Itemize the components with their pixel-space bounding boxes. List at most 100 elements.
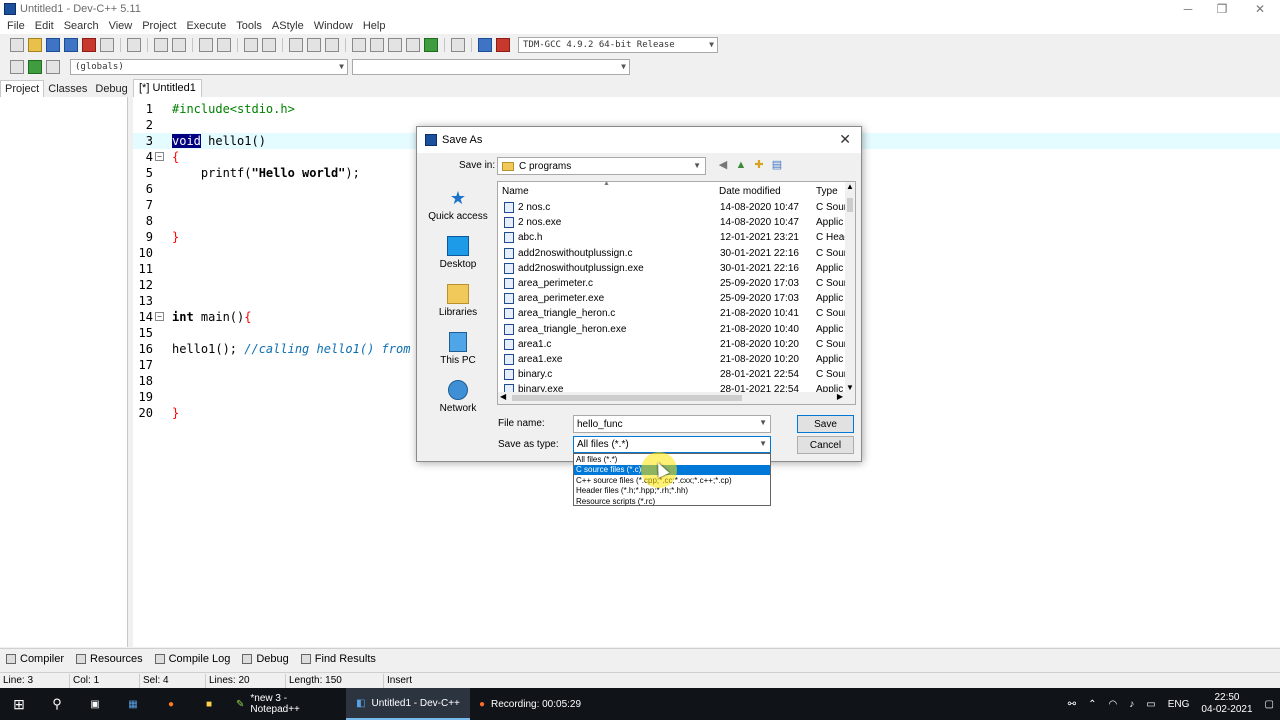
save-all-icon[interactable] — [64, 38, 78, 52]
tab-resources[interactable]: Resources — [70, 653, 149, 665]
place-libraries[interactable]: Libraries — [424, 284, 492, 318]
tab-compile-log[interactable]: Compile Log — [149, 653, 237, 665]
redo-icon[interactable] — [172, 38, 186, 52]
file-row[interactable]: area_perimeter.exe 25-09-2020 17:03 Applic — [498, 291, 855, 306]
menu-astyle[interactable]: AStyle — [267, 20, 309, 32]
search-button[interactable]: ⚲ — [38, 688, 76, 720]
compile-icon[interactable] — [352, 38, 366, 52]
vscroll-thumb[interactable] — [847, 198, 853, 212]
cancel-button[interactable]: Cancel — [797, 436, 854, 454]
place-network[interactable]: Network — [424, 380, 492, 414]
taskbar-firefox[interactable]: ● — [152, 688, 190, 720]
battery-icon[interactable]: ▭ — [1146, 699, 1155, 710]
taskbar-devcpp[interactable]: ◧ Untitled1 - Dev-C++ — [346, 688, 470, 720]
file-row[interactable]: 2 nos.exe 14-08-2020 10:47 Applic — [498, 215, 855, 230]
view-menu-icon[interactable]: ▤ — [770, 158, 784, 172]
maximize-button[interactable]: ❐ — [1204, 0, 1240, 18]
start-button[interactable]: ⊞ — [0, 688, 38, 720]
profile-icon[interactable] — [478, 38, 492, 52]
column-date-modified[interactable]: Date modified — [719, 186, 781, 197]
file-list-hscroll[interactable]: ◀ ▶ — [498, 392, 855, 404]
code-line[interactable]: 1 #include<stdio.h> — [133, 101, 1280, 117]
menu-edit[interactable]: Edit — [30, 20, 59, 32]
menu-project[interactable]: Project — [137, 20, 181, 32]
debug-icon[interactable] — [496, 38, 510, 52]
undo-icon[interactable] — [154, 38, 168, 52]
file-type-option[interactable]: Resource scripts (*.rc) — [574, 497, 770, 507]
file-type-option[interactable]: Header files (*.h;*.hpp;*.rh;*.hh) — [574, 486, 770, 496]
project-browser[interactable] — [0, 97, 128, 647]
tab-compiler[interactable]: Compiler — [0, 653, 70, 665]
open-file-icon[interactable] — [28, 38, 42, 52]
menu-window[interactable]: Window — [309, 20, 358, 32]
file-row[interactable]: 2 nos.c 14-08-2020 10:47 C Sour — [498, 200, 855, 215]
tab-debug-bottom[interactable]: Debug — [236, 653, 294, 665]
back-icon[interactable]: ◀ — [716, 158, 730, 172]
save-in-select[interactable]: C programs ▼ — [497, 157, 706, 175]
file-list-vscroll[interactable]: ▲ ▼ — [845, 182, 855, 392]
place-this-pc[interactable]: This PC — [424, 332, 492, 366]
scope-select[interactable]: (globals) ▼ — [70, 59, 348, 75]
tab-project[interactable]: Project — [0, 80, 45, 97]
taskbar-recorder[interactable]: ● Recording: 00:05:29 — [470, 688, 590, 720]
place-desktop[interactable]: Desktop — [424, 236, 492, 270]
syntax-check-icon[interactable] — [424, 38, 438, 52]
insert-icon[interactable] — [10, 60, 24, 74]
network-activity-icon[interactable]: ⚯ — [1068, 699, 1076, 710]
save-as-type-select[interactable]: All files (*.*) ▼ — [573, 436, 771, 453]
rebuild-icon[interactable] — [406, 38, 420, 52]
compile-run-icon[interactable] — [388, 38, 402, 52]
taskbar-app-1[interactable]: ▦ — [114, 688, 152, 720]
file-row[interactable]: area_triangle_heron.exe 21-08-2020 10:40 A… — [498, 322, 855, 337]
compiler-select[interactable]: TDM-GCC 4.9.2 64-bit Release ▼ — [518, 37, 718, 53]
file-name-input[interactable]: hello_func ▼ — [573, 415, 771, 433]
goto-back-icon[interactable] — [289, 38, 303, 52]
minimize-button[interactable]: ─ — [1170, 0, 1206, 18]
replace-icon[interactable] — [217, 38, 231, 52]
print-icon[interactable] — [127, 38, 141, 52]
menu-file[interactable]: File — [2, 20, 30, 32]
hscroll-thumb[interactable] — [512, 395, 742, 401]
up-folder-icon[interactable]: ▲ — [734, 158, 748, 172]
notifications-icon[interactable]: ▢ — [1265, 699, 1274, 710]
file-row[interactable]: abc.h 12-01-2021 23:21 C Head — [498, 230, 855, 245]
close-all-icon[interactable] — [100, 38, 114, 52]
clock[interactable]: 22:50 04-02-2021 — [1201, 692, 1252, 716]
member-select[interactable]: ▼ — [352, 59, 630, 75]
file-list[interactable]: Name ▲ Date modified Type 2 nos.c 14-08-2… — [497, 181, 856, 405]
menu-search[interactable]: Search — [59, 20, 104, 32]
close-file-icon[interactable] — [82, 38, 96, 52]
stop-execution-icon[interactable] — [451, 38, 465, 52]
file-row[interactable]: add2noswithoutplussign.c 30-01-2021 22:16… — [498, 246, 855, 261]
indent-icon[interactable] — [244, 38, 258, 52]
menu-help[interactable]: Help — [358, 20, 391, 32]
place-quick-access[interactable]: ★ Quick access — [424, 188, 492, 222]
menu-view[interactable]: View — [104, 20, 138, 32]
new-folder-icon[interactable]: ✚ — [752, 158, 766, 172]
menu-tools[interactable]: Tools — [231, 20, 267, 32]
scroll-down-icon[interactable]: ▼ — [846, 383, 854, 392]
close-icon[interactable]: ✕ — [839, 131, 851, 148]
close-window-button[interactable]: ✕ — [1242, 0, 1278, 18]
new-file-icon[interactable] — [10, 38, 24, 52]
menu-execute[interactable]: Execute — [181, 20, 231, 32]
language-indicator[interactable]: ENG — [1168, 699, 1190, 710]
task-view-button[interactable]: ▣ — [76, 688, 114, 720]
chevron-up-icon[interactable]: ⌃ — [1088, 699, 1096, 710]
save-button[interactable]: Save — [797, 415, 854, 433]
goto-bookmark-icon[interactable] — [46, 60, 60, 74]
file-row[interactable]: area1.c 21-08-2020 10:20 C Sour — [498, 337, 855, 352]
wifi-icon[interactable]: ◠ — [1109, 699, 1118, 710]
bookmark-icon[interactable] — [325, 38, 339, 52]
tab-classes[interactable]: Classes — [44, 81, 91, 97]
file-row[interactable]: area_triangle_heron.c 21-08-2020 10:41 C S… — [498, 306, 855, 321]
editor-tab-untitled1[interactable]: [*] Untitled1 — [133, 79, 202, 97]
volume-icon[interactable]: ♪ — [1129, 699, 1134, 710]
tab-find-results[interactable]: Find Results — [295, 653, 382, 665]
column-type[interactable]: Type — [816, 186, 838, 197]
goto-forward-icon[interactable] — [307, 38, 321, 52]
run-icon[interactable] — [370, 38, 384, 52]
fold-toggle-icon[interactable]: − — [155, 312, 164, 321]
save-icon[interactable] — [46, 38, 60, 52]
taskbar-notepadpp[interactable]: ✎ *new 3 - Notepad++ — [228, 688, 346, 720]
